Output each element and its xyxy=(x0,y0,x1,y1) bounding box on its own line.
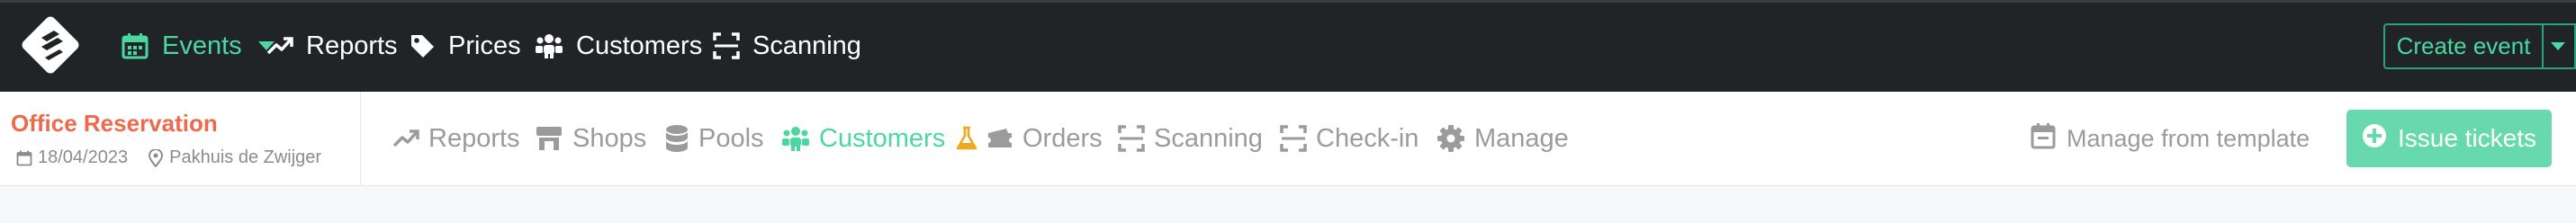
flask-icon xyxy=(956,126,977,151)
event-info-panel[interactable]: Office Reservation 18/04/2023 Pakhuis de… xyxy=(0,92,361,185)
tab-check-in[interactable]: Check-in xyxy=(1280,92,1419,185)
users-icon xyxy=(781,125,810,152)
nav-reports[interactable]: Reports xyxy=(266,0,398,92)
database-icon xyxy=(664,124,689,153)
event-meta: 18/04/2023 Pakhuis de Zwijger xyxy=(16,147,351,168)
scan-icon xyxy=(1118,125,1145,152)
tab-scanning[interactable]: Scanning xyxy=(1118,92,1263,185)
chevron-down-icon xyxy=(2551,42,2565,50)
users-icon xyxy=(535,32,563,59)
create-event-button[interactable]: Create event xyxy=(2383,23,2544,69)
tab-scanning-label: Scanning xyxy=(1154,123,1263,153)
gear-icon xyxy=(1437,124,1465,153)
nav-scanning[interactable]: Scanning xyxy=(713,0,861,92)
tab-manage[interactable]: Manage xyxy=(1437,92,1569,185)
event-subnavigation-bar: Office Reservation 18/04/2023 Pakhuis de… xyxy=(0,92,2576,186)
manage-from-template-label: Manage from template xyxy=(2067,124,2310,152)
manage-from-template-link[interactable]: Manage from template xyxy=(2031,92,2310,185)
nav-events-label: Events xyxy=(162,31,242,60)
calendar-icon xyxy=(2031,122,2056,156)
create-event-dropdown-toggle[interactable] xyxy=(2542,23,2576,69)
tab-pools[interactable]: Pools xyxy=(664,92,764,185)
tab-orders-label: Orders xyxy=(1022,123,1103,153)
nav-prices-label: Prices xyxy=(448,31,521,60)
tab-customers-label: Customers xyxy=(819,123,946,153)
scan-icon xyxy=(713,32,740,59)
plus-circle-icon xyxy=(2362,123,2387,155)
nav-customers[interactable]: Customers xyxy=(535,0,702,92)
calendar-icon xyxy=(121,31,149,60)
shop-icon xyxy=(535,125,563,152)
tab-shops-label: Shops xyxy=(572,123,647,153)
tab-shops[interactable]: Shops xyxy=(535,92,646,185)
trend-chart-icon xyxy=(266,35,293,57)
tab-orders[interactable]: Orders xyxy=(956,92,1103,185)
price-tag-icon xyxy=(409,32,436,59)
nav-reports-label: Reports xyxy=(306,31,398,60)
tab-reports-label: Reports xyxy=(428,123,520,153)
issue-tickets-button[interactable]: Issue tickets xyxy=(2346,110,2552,167)
issue-tickets-label: Issue tickets xyxy=(2397,124,2537,152)
nav-prices[interactable]: Prices xyxy=(409,0,521,92)
tab-check-in-label: Check-in xyxy=(1316,123,1419,153)
tab-customers[interactable]: Customers xyxy=(781,92,945,185)
nav-scanning-label: Scanning xyxy=(752,31,861,60)
nav-customers-label: Customers xyxy=(576,31,703,60)
top-navigation-bar: Events Reports Prices Customers Scanning… xyxy=(0,0,2576,92)
calendar-icon xyxy=(16,150,38,166)
tab-reports[interactable]: Reports xyxy=(392,92,520,185)
event-title[interactable]: Office Reservation xyxy=(11,110,218,138)
nav-events[interactable]: Events xyxy=(121,0,275,92)
map-pin-icon xyxy=(148,148,169,167)
tab-pools-label: Pools xyxy=(698,123,764,153)
app-logo[interactable] xyxy=(18,13,83,77)
event-date: 18/04/2023 xyxy=(38,147,129,167)
trend-chart-icon xyxy=(392,128,419,149)
tab-manage-label: Manage xyxy=(1474,123,1569,153)
event-location: Pakhuis de Zwijger xyxy=(169,147,322,167)
ticket-icon xyxy=(986,128,1013,149)
scan-icon xyxy=(1280,125,1307,152)
